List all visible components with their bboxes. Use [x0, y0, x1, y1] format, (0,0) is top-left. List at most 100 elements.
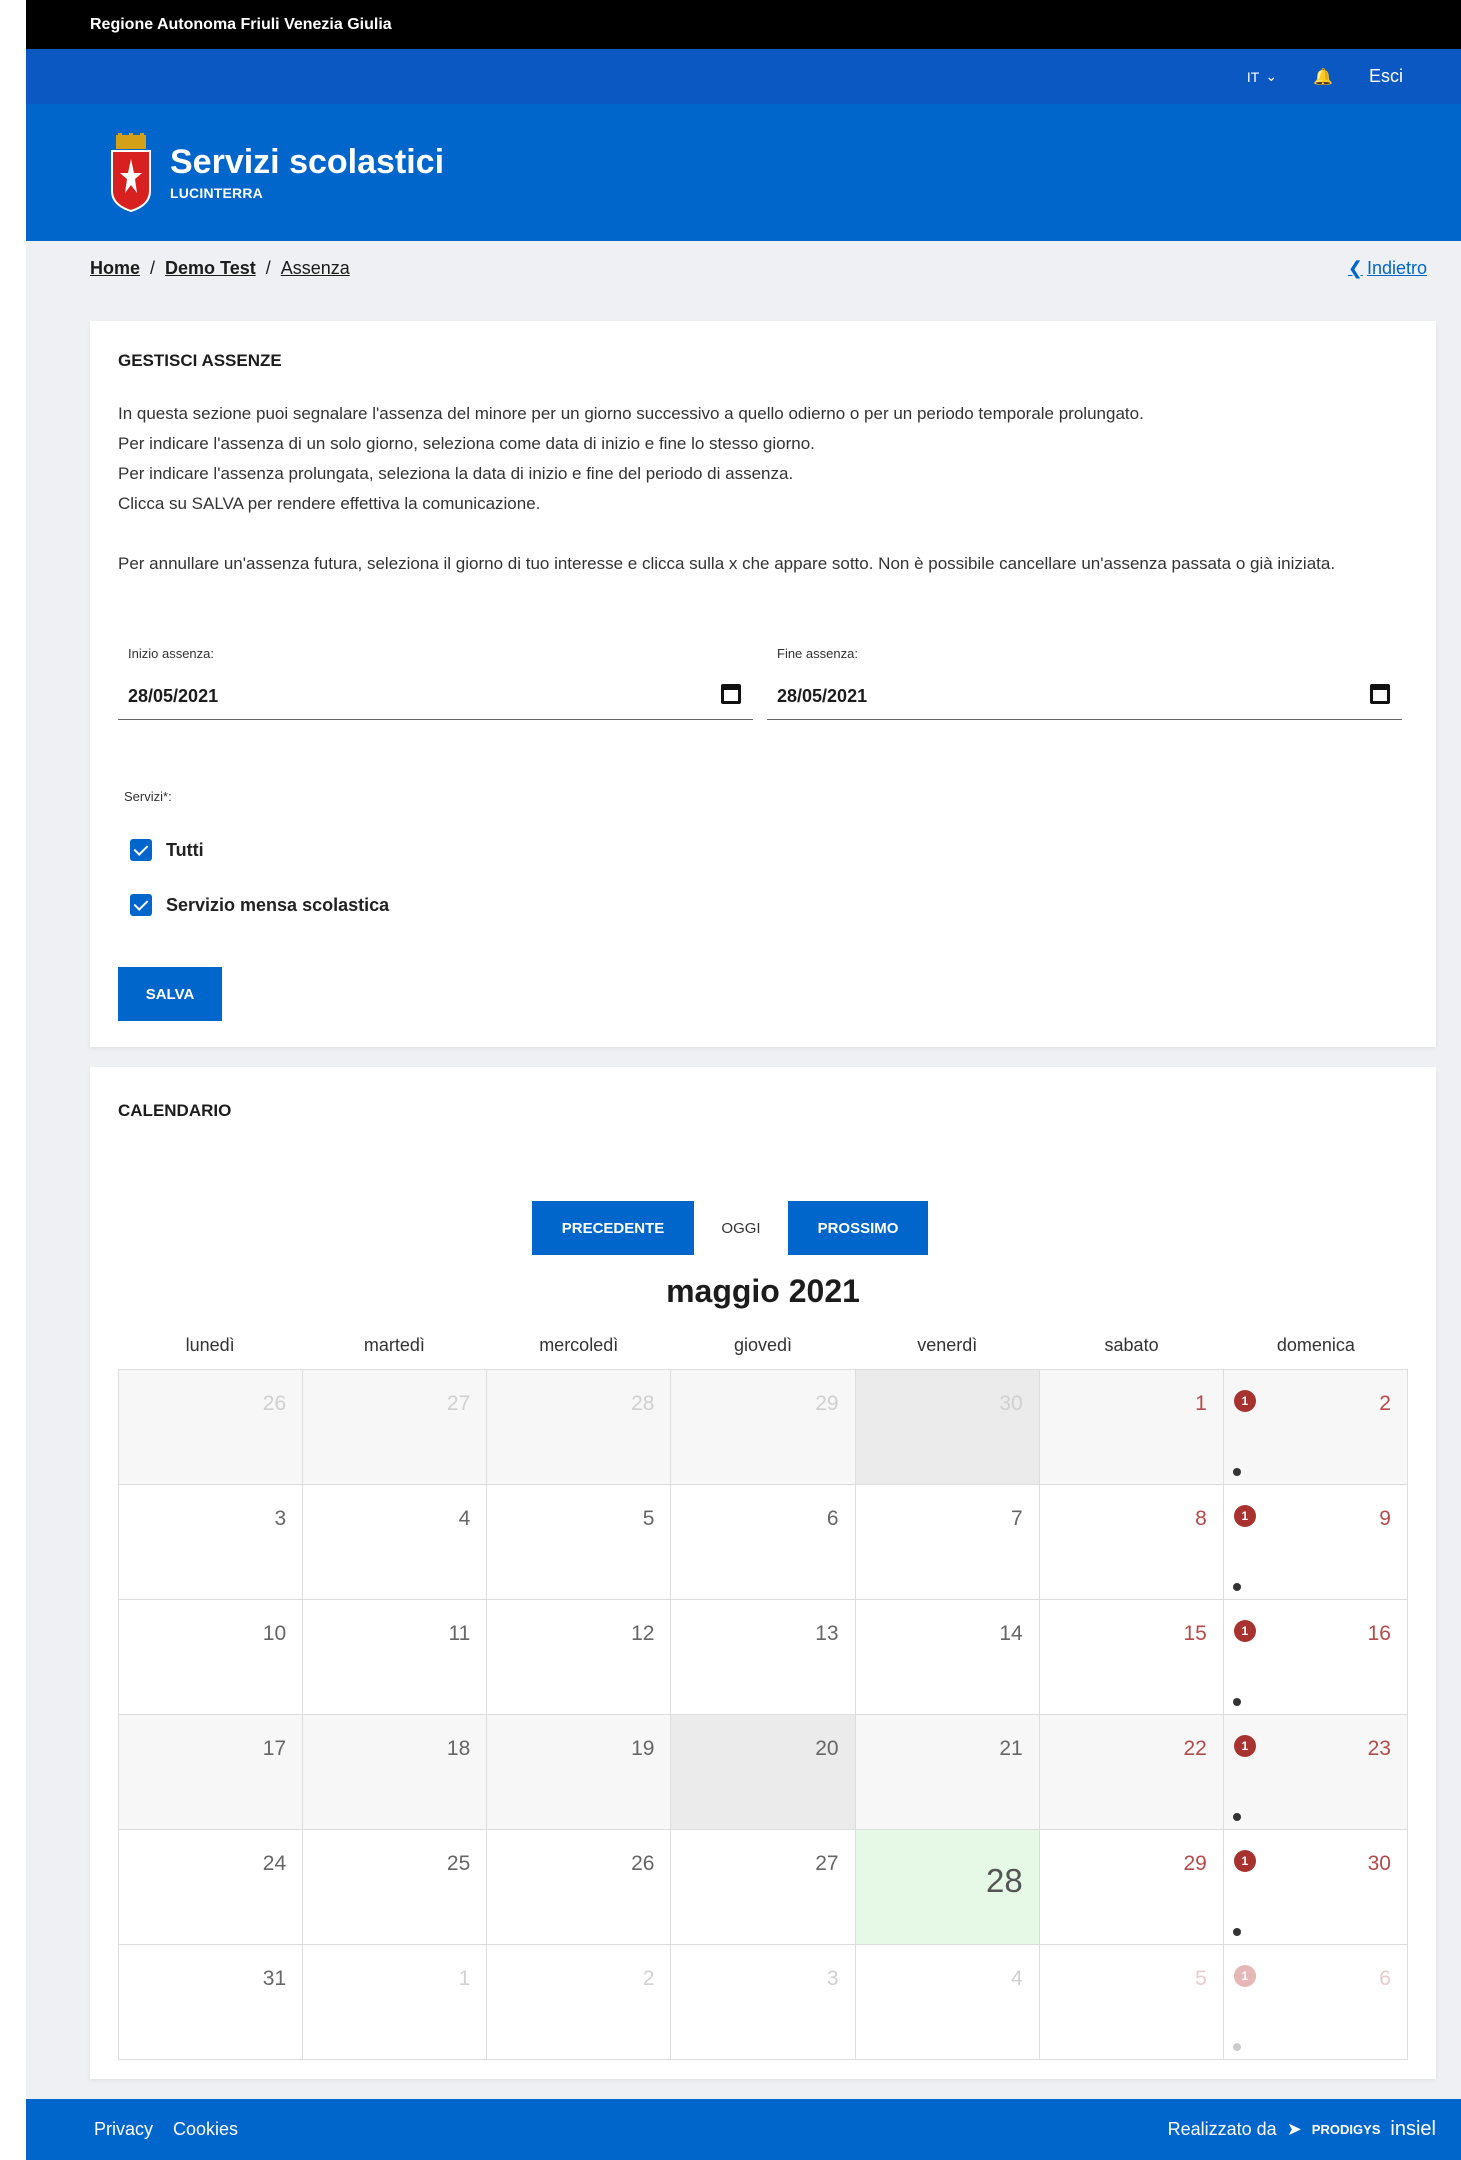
day-number: 18 [446, 1737, 471, 1760]
save-button[interactable]: SALVA [118, 967, 222, 1021]
calendar-day-today[interactable]: 28 [855, 1830, 1040, 1945]
calendar-day[interactable]: 3 [119, 1485, 304, 1600]
checkbox-canteen[interactable]: Servizio mensa scolastica [130, 894, 389, 916]
today-button[interactable]: OGGI [694, 1201, 788, 1255]
event-dot-icon [1232, 1468, 1241, 1476]
day-number: 5 [642, 1507, 655, 1530]
day-number: 27 [446, 1392, 471, 1415]
region-name: Regione Autonoma Friuli Venezia Giulia [90, 15, 392, 33]
calendar-day[interactable]: 19 [487, 1715, 672, 1830]
calendar-day[interactable]: 2 [487, 1945, 672, 2060]
calendar-day[interactable]: 6 [671, 1485, 856, 1600]
chevron-left-icon: ❮ [1347, 258, 1363, 278]
calendar-day[interactable]: 18 [303, 1715, 488, 1830]
weekday-header: lunedì martedì mercoledì giovedì venerdì… [118, 1335, 1408, 1356]
day-number: 29 [815, 1392, 839, 1415]
calendar-day[interactable]: 26 [119, 1370, 304, 1485]
breadcrumb-demo-test[interactable]: Demo Test [165, 258, 256, 279]
calendar-day[interactable]: 26 [487, 1830, 672, 1945]
day-number: 25 [446, 1852, 471, 1875]
event-count-badge[interactable]: 1 [1233, 1390, 1256, 1412]
language-selector[interactable]: IT ⌄ [1247, 68, 1277, 85]
start-date-field[interactable]: Inizio assenza: 28/05/2021 [118, 646, 753, 720]
cookies-link[interactable]: Cookies [173, 2119, 238, 2140]
absence-heading: GESTISCI ASSENZE [118, 351, 282, 370]
calendar-day[interactable]: 7 [855, 1485, 1040, 1600]
bell-icon[interactable]: 🔔 [1313, 67, 1333, 87]
calendar-icon[interactable] [721, 684, 741, 704]
privacy-link[interactable]: Privacy [94, 2119, 153, 2140]
day-number: 2 [642, 1967, 655, 1990]
calendar-day[interactable]: 29 [1039, 1830, 1224, 1945]
calendar-day[interactable]: 1 [1039, 1370, 1224, 1485]
event-count-badge[interactable]: 1 [1233, 1620, 1256, 1642]
event-count-badge[interactable]: 1 [1233, 1735, 1256, 1757]
checkbox-checked-icon[interactable] [130, 839, 152, 861]
calendar-day[interactable]: 20 [671, 1715, 856, 1830]
calendar-day[interactable]: 1 16 [1223, 1600, 1408, 1715]
calendar-day[interactable]: 27 [303, 1370, 488, 1485]
calendar-day[interactable]: 29 [671, 1370, 856, 1485]
day-number: 22 [1183, 1737, 1207, 1760]
start-date-value: 28/05/2021 [128, 686, 219, 706]
back-link[interactable]: ❮ Indietro [1348, 258, 1427, 279]
calendar-month-title: maggio 2021 [666, 1273, 860, 1309]
calendar-day[interactable]: 21 [855, 1715, 1040, 1830]
site-header: Servizi scolastici LUCINTERRA [26, 104, 1461, 241]
calendar-day[interactable]: 5 [487, 1485, 672, 1600]
day-number: 30 [1367, 1852, 1391, 1875]
weekday-label: sabato [1104, 1335, 1159, 1355]
event-count-badge[interactable]: 1 [1233, 1505, 1256, 1527]
day-number: 10 [262, 1622, 287, 1645]
calendar-day[interactable]: 31 [119, 1945, 304, 2060]
calendar-icon[interactable] [1370, 684, 1390, 704]
calendar-day[interactable]: 24 [119, 1830, 304, 1945]
calendar-day[interactable]: 27 [671, 1830, 856, 1945]
calendar-heading: CALENDARIO [118, 1101, 232, 1120]
calendar-day[interactable]: 14 [855, 1600, 1040, 1715]
calendar-day[interactable]: 3 [671, 1945, 856, 2060]
day-number: 16 [1367, 1622, 1391, 1645]
calendar-day[interactable]: 12 [487, 1600, 672, 1715]
calendar-day[interactable]: 28 [487, 1370, 672, 1485]
breadcrumb-home[interactable]: Home [90, 258, 140, 279]
day-number: 28 [985, 1862, 1023, 1899]
calendar-day[interactable]: 12 [1223, 1370, 1408, 1485]
event-dot-icon [1232, 1583, 1241, 1591]
calendar-day[interactable]: 1 23 [1223, 1715, 1408, 1830]
event-count-badge[interactable]: 1 [1233, 1965, 1256, 1987]
checkbox-checked-icon[interactable] [130, 894, 152, 916]
site-title[interactable]: Servizi scolastici [170, 143, 444, 181]
calendar-day[interactable]: 16 [1223, 1945, 1408, 2060]
calendar-day[interactable]: 30 [855, 1370, 1040, 1485]
day-number: 2 [1379, 1392, 1391, 1415]
calendar-day[interactable]: 5 [1039, 1945, 1224, 2060]
instruction-line: Per annullare un'assenza futura, selezio… [118, 554, 1336, 573]
next-button[interactable]: PROSSIMO [788, 1201, 928, 1255]
calendar-day[interactable]: 10 [119, 1600, 304, 1715]
breadcrumb-current[interactable]: Assenza [281, 258, 350, 279]
calendar-day[interactable]: 22 [1039, 1715, 1224, 1830]
calendar-day[interactable]: 4 [303, 1485, 488, 1600]
end-date-field[interactable]: Fine assenza: 28/05/2021 [767, 646, 1402, 720]
checkbox-all[interactable]: Tutti [130, 839, 204, 861]
calendar-day[interactable]: 15 [1039, 1600, 1224, 1715]
calendar-day[interactable]: 4 [855, 1945, 1040, 2060]
weekday-label: venerdì [917, 1335, 978, 1355]
previous-button[interactable]: PRECEDENTE [532, 1201, 694, 1255]
calendar-day[interactable]: 1 30 [1223, 1830, 1408, 1945]
calendar-day[interactable]: 11 [303, 1600, 488, 1715]
calendar-day[interactable]: 25 [303, 1830, 488, 1945]
calendar-day[interactable]: 1 [303, 1945, 488, 2060]
region-bar: Regione Autonoma Friuli Venezia Giulia [26, 0, 1461, 49]
calendar-day[interactable]: 19 [1223, 1485, 1408, 1600]
calendar-day[interactable]: 8 [1039, 1485, 1224, 1600]
calendar-day[interactable]: 13 [671, 1600, 856, 1715]
day-number: 24 [262, 1852, 287, 1875]
checkbox-canteen-label: Servizio mensa scolastica [166, 894, 390, 915]
site-footer: Privacy Cookies Realizzato da ➤ PRODIGYS… [26, 2099, 1461, 2160]
logout-link[interactable]: Esci [1369, 66, 1403, 87]
day-number: 13 [815, 1622, 839, 1645]
event-count-badge[interactable]: 1 [1233, 1850, 1256, 1872]
calendar-day[interactable]: 17 [119, 1715, 304, 1830]
